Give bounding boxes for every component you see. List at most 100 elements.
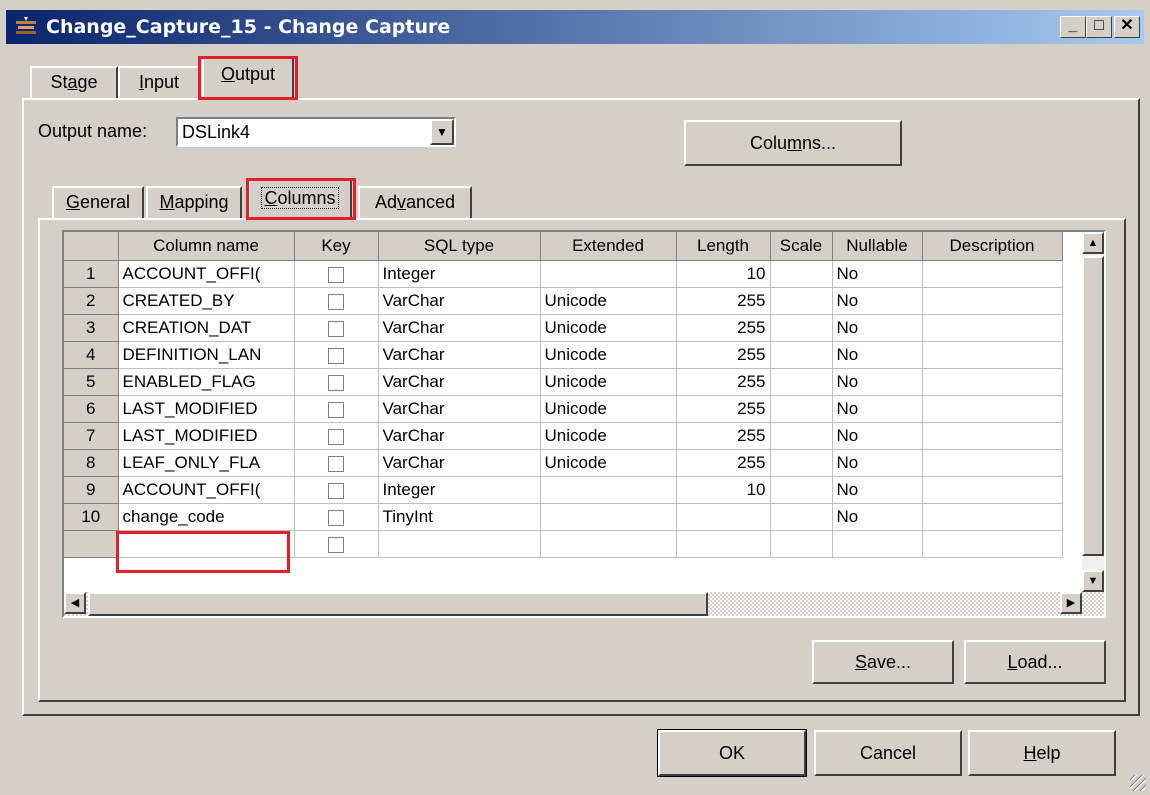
cell-column-name[interactable]: ENABLED_FLAG (118, 368, 295, 396)
row-number[interactable]: 6 (64, 395, 119, 423)
cell-nullable[interactable]: No (832, 422, 923, 450)
cell-nullable[interactable]: No (832, 368, 923, 396)
key-checkbox[interactable] (328, 347, 344, 364)
cell-column-name[interactable]: ACCOUNT_OFFI( (118, 476, 295, 504)
header-key[interactable]: Key (294, 232, 379, 261)
cell-length[interactable]: 255 (676, 287, 771, 315)
cell-key[interactable] (294, 476, 379, 504)
scroll-down-icon[interactable]: ▼ (1082, 570, 1104, 592)
cell-length[interactable]: 10 (676, 476, 771, 504)
cell-column-name[interactable]: CREATED_BY (118, 287, 295, 315)
cell-column-name[interactable]: LAST_MODIFIED (118, 422, 295, 450)
key-checkbox[interactable] (328, 293, 344, 310)
cell-key[interactable] (294, 314, 379, 342)
cell-scale[interactable] (770, 395, 833, 423)
cell-key[interactable] (294, 341, 379, 369)
cell-extended[interactable]: Unicode (540, 422, 677, 450)
cell-extended[interactable] (540, 260, 677, 288)
vertical-scrollbar[interactable]: ▲ ▼ (1082, 232, 1104, 592)
cell-column-name[interactable] (118, 530, 295, 558)
cell-extended[interactable]: Unicode (540, 341, 677, 369)
cell-nullable[interactable]: No (832, 476, 923, 504)
cell-description[interactable] (922, 503, 1063, 531)
cell-length[interactable]: 255 (676, 341, 771, 369)
ok-button[interactable]: OK (657, 729, 807, 777)
cell-sql-type[interactable]: Integer (378, 476, 541, 504)
cell-extended[interactable]: Unicode (540, 395, 677, 423)
cell-description[interactable] (922, 476, 1063, 504)
cell-length[interactable]: 255 (676, 422, 771, 450)
row-number[interactable]: 3 (64, 314, 119, 342)
row-number[interactable]: 7 (64, 422, 119, 450)
cell-length[interactable] (676, 530, 771, 558)
cell-description[interactable] (922, 395, 1063, 423)
row-number[interactable]: 1 (64, 260, 119, 288)
key-checkbox[interactable] (328, 455, 344, 472)
table-row[interactable]: 6 LAST_MODIFIED VarChar Unicode 255 No (64, 395, 1063, 423)
resize-grip-icon[interactable] (1130, 775, 1146, 791)
cell-key[interactable] (294, 503, 379, 531)
cell-nullable[interactable] (832, 530, 923, 558)
header-description[interactable]: Description (922, 232, 1063, 261)
row-number[interactable]: 4 (64, 341, 119, 369)
cell-key[interactable] (294, 530, 379, 558)
cell-length[interactable] (676, 503, 771, 531)
scroll-left-icon[interactable]: ◀ (64, 592, 86, 614)
cell-nullable[interactable]: No (832, 449, 923, 477)
cell-scale[interactable] (770, 476, 833, 504)
table-row[interactable]: 9 ACCOUNT_OFFI( Integer 10 No (64, 476, 1063, 504)
cell-key[interactable] (294, 395, 379, 423)
cell-sql-type[interactable]: VarChar (378, 314, 541, 342)
horizontal-scrollbar[interactable]: ◀ ▶ (64, 592, 1104, 616)
cell-description[interactable] (922, 260, 1063, 288)
cell-nullable[interactable]: No (832, 395, 923, 423)
cell-sql-type[interactable]: VarChar (378, 449, 541, 477)
header-length[interactable]: Length (676, 232, 771, 261)
cell-sql-type[interactable]: VarChar (378, 422, 541, 450)
row-number[interactable]: 8 (64, 449, 119, 477)
cell-extended[interactable]: Unicode (540, 449, 677, 477)
cell-extended[interactable] (540, 476, 677, 504)
cell-extended[interactable] (540, 503, 677, 531)
cell-length[interactable]: 255 (676, 449, 771, 477)
cell-key[interactable] (294, 260, 379, 288)
cell-scale[interactable] (770, 368, 833, 396)
cell-sql-type[interactable]: Integer (378, 260, 541, 288)
header-sql-type[interactable]: SQL type (378, 232, 541, 261)
cell-column-name[interactable]: DEFINITION_LAN (118, 341, 295, 369)
tab-input[interactable]: Input (118, 66, 200, 98)
dropdown-arrow-icon[interactable]: ▼ (430, 119, 454, 145)
cell-sql-type[interactable] (378, 530, 541, 558)
key-checkbox[interactable] (328, 428, 344, 445)
vertical-scroll-thumb[interactable] (1082, 256, 1104, 556)
table-row[interactable]: 2 CREATED_BY VarChar Unicode 255 No (64, 287, 1063, 315)
cancel-button[interactable]: Cancel (814, 730, 962, 776)
cell-column-name[interactable]: CREATION_DAT (118, 314, 295, 342)
load-button[interactable]: Load... (964, 640, 1106, 684)
table-row[interactable] (64, 530, 1063, 558)
cell-scale[interactable] (770, 341, 833, 369)
cell-nullable[interactable]: No (832, 260, 923, 288)
row-number[interactable]: 10 (64, 503, 119, 531)
title-bar[interactable]: Change_Capture_15 - Change Capture _ □ ✕ (6, 10, 1144, 44)
table-row[interactable]: 5 ENABLED_FLAG VarChar Unicode 255 No (64, 368, 1063, 396)
row-number[interactable]: 2 (64, 287, 119, 315)
columns-grid[interactable]: Column name Key SQL type Extended Length… (62, 230, 1106, 618)
cell-description[interactable] (922, 287, 1063, 315)
cell-scale[interactable] (770, 314, 833, 342)
header-extended[interactable]: Extended (540, 232, 677, 261)
key-checkbox[interactable] (328, 536, 344, 553)
table-row[interactable]: 8 LEAF_ONLY_FLA VarChar Unicode 255 No (64, 449, 1063, 477)
cell-extended[interactable] (540, 530, 677, 558)
cell-description[interactable] (922, 368, 1063, 396)
key-checkbox[interactable] (328, 374, 344, 391)
cell-nullable[interactable]: No (832, 341, 923, 369)
tab-columns[interactable]: Columns (248, 178, 352, 220)
cell-sql-type[interactable]: VarChar (378, 368, 541, 396)
maximize-button[interactable]: □ (1086, 16, 1112, 38)
cell-sql-type[interactable]: TinyInt (378, 503, 541, 531)
close-button[interactable]: ✕ (1114, 16, 1140, 38)
table-row[interactable]: 3 CREATION_DAT VarChar Unicode 255 No (64, 314, 1063, 342)
row-number[interactable]: 9 (64, 476, 119, 504)
cell-sql-type[interactable]: VarChar (378, 287, 541, 315)
